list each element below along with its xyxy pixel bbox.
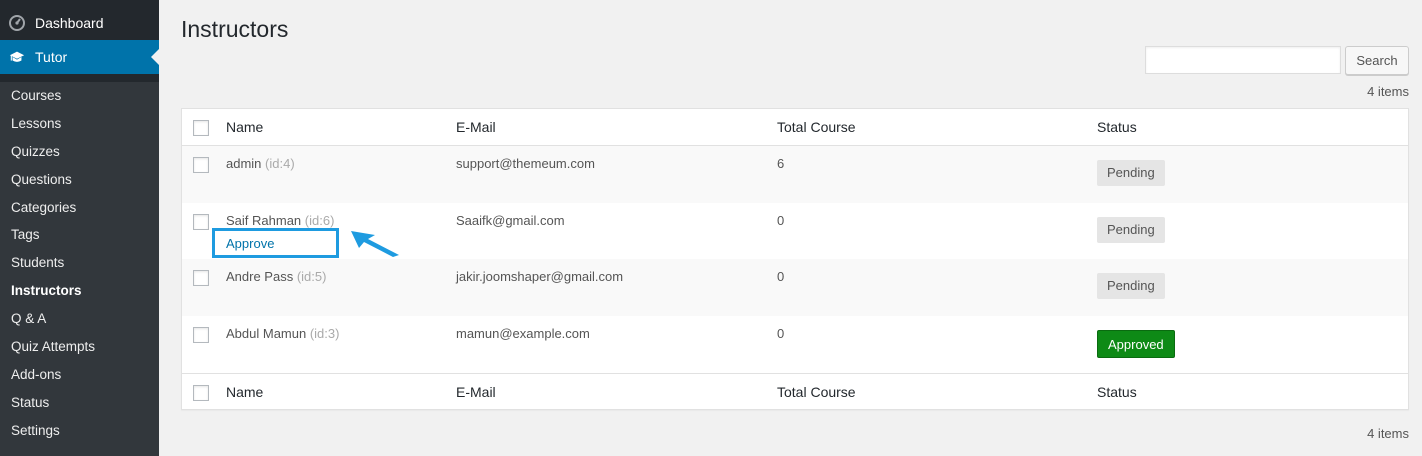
menu-dashboard[interactable]: Dashboard	[0, 6, 159, 40]
instructor-name-cell: Andre Pass (id:5)	[226, 269, 326, 284]
instructor-name: Abdul Mamun	[226, 326, 307, 341]
submenu-instructors[interactable]: Instructors	[0, 277, 159, 305]
column-footer-status: Status	[1097, 384, 1137, 400]
instructor-email: mamun@example.com	[456, 326, 590, 341]
table-header-row: Name E-Mail Total Course Status	[182, 109, 1408, 146]
items-count-bottom: 4 items	[1367, 426, 1409, 441]
submenu-categories[interactable]: Categories	[0, 194, 159, 222]
admin-sidebar: Dashboard Tutor Courses Lessons Quizzes …	[0, 0, 159, 456]
instructor-name-cell: admin (id:4)	[226, 156, 295, 171]
menu-tutor[interactable]: Tutor	[0, 40, 159, 74]
instructor-id: (id:6)	[304, 213, 335, 228]
column-header-status: Status	[1097, 119, 1137, 135]
row-checkbox[interactable]	[193, 327, 209, 343]
instructor-email: support@themeum.com	[456, 156, 595, 171]
table-row: admin (id:4) support@themeum.com 6 Pendi…	[182, 146, 1408, 203]
current-menu-pointer	[151, 49, 159, 65]
main-content: Instructors Search 4 items Name E-Mail T…	[159, 0, 1422, 456]
table-row: Abdul Mamun (id:3) mamun@example.com 0 A…	[182, 316, 1408, 373]
submenu-students[interactable]: Students	[0, 249, 159, 277]
instructor-name: Andre Pass	[226, 269, 294, 284]
instructor-name: admin	[226, 156, 262, 171]
submenu-settings[interactable]: Settings	[0, 417, 159, 445]
menu-tutor-label: Tutor	[35, 49, 68, 65]
pointer-arrow-icon	[349, 227, 401, 260]
instructor-total-course: 6	[777, 156, 785, 171]
table-row: Andre Pass (id:5) jakir.joomshaper@gmail…	[182, 259, 1408, 316]
instructor-name-cell: Abdul Mamun (id:3)	[226, 326, 339, 341]
status-badge: Pending	[1097, 160, 1165, 186]
status-badge: Pending	[1097, 217, 1165, 243]
instructor-name: Saif Rahman	[226, 213, 302, 228]
instructor-total-course: 0	[777, 269, 785, 284]
submenu-qa[interactable]: Q & A	[0, 305, 159, 333]
select-all-checkbox[interactable]	[193, 385, 209, 401]
approve-link[interactable]: Approve	[226, 236, 274, 251]
menu-dashboard-label: Dashboard	[35, 15, 104, 31]
column-header-name[interactable]: Name	[226, 119, 263, 135]
dashboard-gauge-icon	[9, 15, 25, 31]
column-header-total-course: Total Course	[777, 119, 856, 135]
instructor-id: (id:4)	[265, 156, 295, 171]
instructor-email: Saaifk@gmail.com	[456, 213, 565, 228]
row-checkbox[interactable]	[193, 157, 209, 173]
submenu-quizzes[interactable]: Quizzes	[0, 138, 159, 166]
search-button[interactable]: Search	[1345, 46, 1409, 75]
column-footer-name[interactable]: Name	[226, 384, 263, 400]
instructor-id: (id:3)	[309, 326, 340, 341]
submenu-questions[interactable]: Questions	[0, 166, 159, 194]
submenu-tags[interactable]: Tags	[0, 221, 159, 249]
column-header-email: E-Mail	[456, 119, 496, 135]
instructor-total-course: 0	[777, 326, 785, 341]
column-footer-email: E-Mail	[456, 384, 496, 400]
items-count-top: 4 items	[1367, 84, 1409, 99]
table-footer-row: Name E-Mail Total Course Status	[182, 373, 1408, 410]
instructors-table: Name E-Mail Total Course Status admin (i…	[181, 108, 1409, 410]
page-title: Instructors	[181, 16, 289, 42]
instructor-name-cell: Saif Rahman (id:6)	[226, 213, 334, 228]
tutor-submenu: Courses Lessons Quizzes Questions Catego…	[0, 82, 159, 456]
select-all-checkbox[interactable]	[193, 120, 209, 136]
submenu-lessons[interactable]: Lessons	[0, 110, 159, 138]
submenu-status[interactable]: Status	[0, 389, 159, 417]
graduation-cap-icon	[9, 49, 25, 65]
column-footer-total-course: Total Course	[777, 384, 856, 400]
instructor-email: jakir.joomshaper@gmail.com	[456, 269, 624, 284]
row-checkbox[interactable]	[193, 270, 209, 286]
instructor-id: (id:5)	[296, 269, 327, 284]
submenu-add-ons[interactable]: Add-ons	[0, 361, 159, 389]
table-row: Saif Rahman (id:6) Approve Saaifk@gmail.…	[182, 203, 1408, 259]
row-checkbox[interactable]	[193, 214, 209, 230]
status-badge: Approved	[1097, 330, 1175, 358]
submenu-quiz-attempts[interactable]: Quiz Attempts	[0, 333, 159, 361]
status-badge: Pending	[1097, 273, 1165, 299]
submenu-courses[interactable]: Courses	[0, 82, 159, 110]
search-input[interactable]	[1145, 46, 1341, 74]
instructor-total-course: 0	[777, 213, 785, 228]
